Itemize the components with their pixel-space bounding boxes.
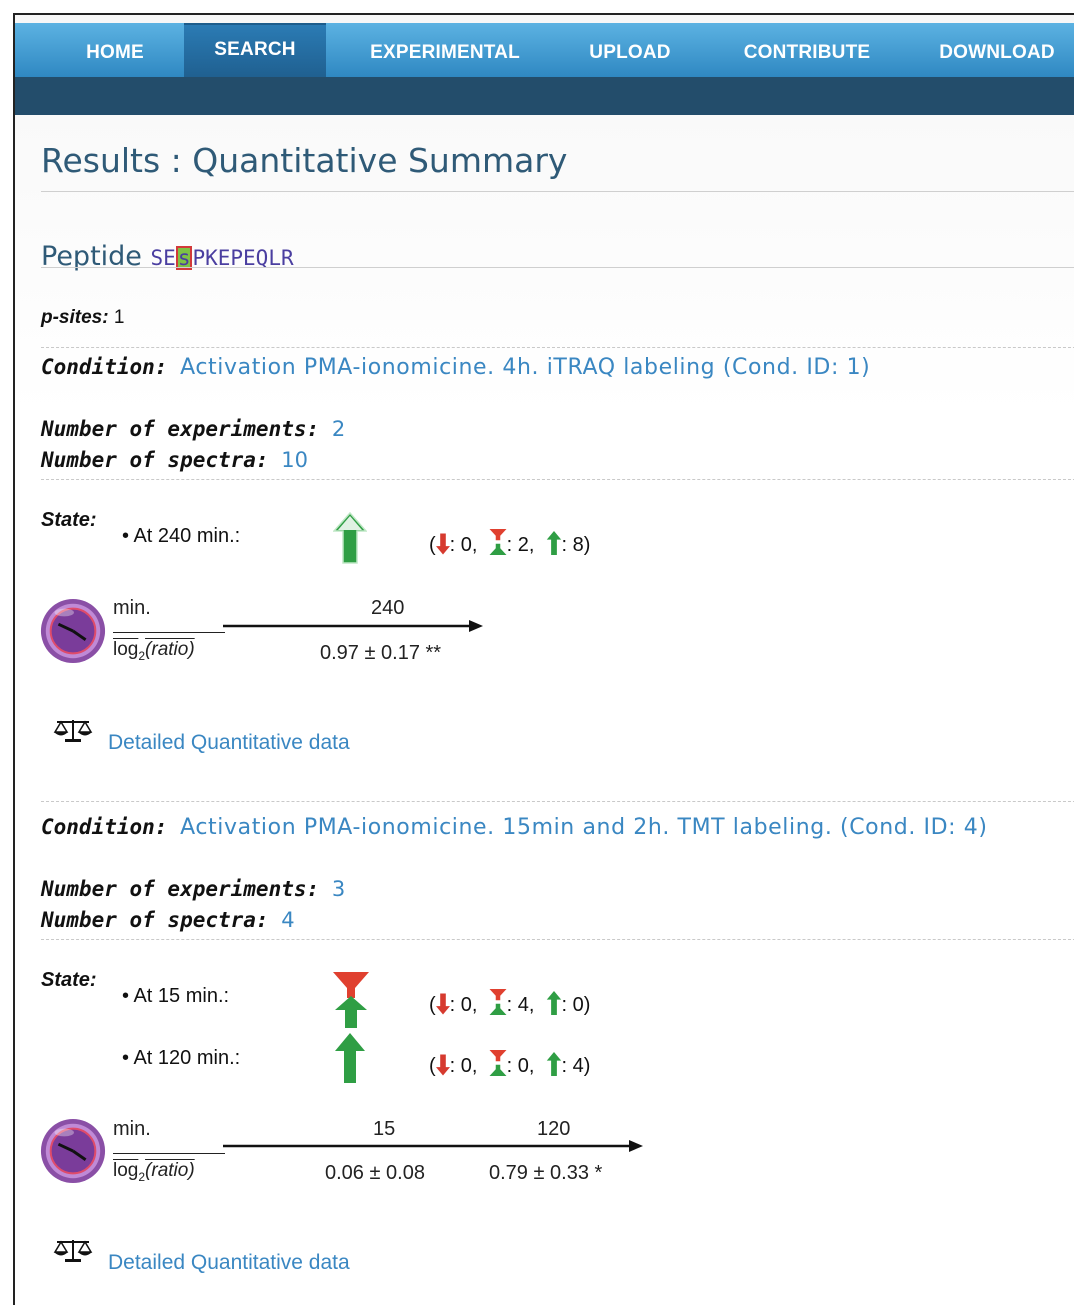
state-counts: (: 0, : 2, : 8) bbox=[429, 529, 590, 557]
page-frame: HOME SEARCH EXPERIMENTAL UPLOAD CONTRIBU… bbox=[13, 13, 1074, 1305]
state-label: State: bbox=[41, 509, 97, 531]
condition-label: Condition: bbox=[41, 815, 168, 839]
divider bbox=[41, 479, 1074, 480]
red-green-bowtie-icon bbox=[489, 1050, 507, 1076]
nav-search[interactable]: SEARCH bbox=[184, 23, 326, 79]
count-up: 0 bbox=[572, 994, 584, 1016]
nav-contribute[interactable]: CONTRIBUTE bbox=[729, 23, 885, 77]
count-down: 0 bbox=[460, 534, 472, 556]
state-time-label: At 240 min.: bbox=[133, 525, 241, 547]
count-unchanged: 2 bbox=[517, 534, 529, 556]
divider bbox=[41, 347, 1074, 348]
red-down-arrow-icon bbox=[436, 533, 450, 555]
count-up: 4 bbox=[572, 1055, 584, 1077]
divider bbox=[41, 801, 1074, 802]
nav-subbar bbox=[15, 77, 1074, 115]
spectra-value: 4 bbox=[281, 908, 295, 932]
timeline-arrow bbox=[223, 1139, 643, 1153]
purple-clock-icon bbox=[39, 1117, 107, 1185]
balance-scale-icon bbox=[53, 718, 93, 742]
ratio-value: 0.06 ± 0.08 bbox=[325, 1162, 425, 1184]
red-green-bowtie-icon bbox=[489, 529, 507, 555]
count-down: 0 bbox=[460, 1055, 472, 1077]
timepoint: 240 bbox=[371, 597, 405, 619]
state-counts: (: 0, : 0, : 4) bbox=[429, 1050, 590, 1078]
count-unchanged: 4 bbox=[517, 994, 529, 1016]
balance-scale-icon bbox=[53, 1238, 93, 1262]
nav-experimental[interactable]: EXPERIMENTAL bbox=[355, 23, 535, 77]
red-down-arrow-icon bbox=[436, 993, 450, 1015]
ratio-value: 0.79 ± 0.33 * bbox=[489, 1162, 603, 1184]
condition-label: Condition: bbox=[41, 355, 168, 379]
experiments-row: Number of experiments: 2 bbox=[41, 417, 345, 441]
experiments-value: 2 bbox=[331, 417, 346, 441]
count-up: 8 bbox=[572, 534, 584, 556]
green-up-arrow-icon bbox=[333, 512, 367, 564]
timepoint: 15 bbox=[373, 1118, 396, 1140]
spectra-label: Number of spectra: bbox=[41, 448, 269, 472]
condition-2: Condition: Activation PMA-ionomicine. 15… bbox=[41, 815, 988, 840]
red-down-arrow-icon bbox=[436, 1054, 450, 1076]
condition-text[interactable]: Activation PMA-ionomicine. 4h. iTRAQ lab… bbox=[180, 355, 870, 380]
main-nav: HOME SEARCH EXPERIMENTAL UPLOAD CONTRIBU… bbox=[15, 23, 1074, 79]
state-item: • At 15 min.: bbox=[122, 985, 230, 1007]
nav-download[interactable]: DOWNLOAD bbox=[927, 23, 1067, 77]
timeline-arrow bbox=[223, 619, 483, 633]
condition-1: Condition: Activation PMA-ionomicine. 4h… bbox=[41, 355, 870, 380]
count-unchanged: 0 bbox=[517, 1055, 529, 1077]
experiments-row: Number of experiments: 3 bbox=[41, 877, 345, 901]
nav-home[interactable]: HOME bbox=[55, 23, 175, 77]
purple-clock-icon bbox=[39, 597, 107, 665]
label-rule bbox=[113, 632, 225, 633]
count-down: 0 bbox=[460, 994, 472, 1016]
green-up-arrow-icon bbox=[546, 531, 562, 555]
green-up-arrow-icon bbox=[335, 1033, 365, 1083]
timepoint: 120 bbox=[537, 1118, 571, 1140]
green-up-arrow-icon bbox=[546, 991, 562, 1015]
psites-row: p-sites: 1 bbox=[41, 307, 124, 329]
spectra-value: 10 bbox=[281, 448, 308, 472]
state-label: State: bbox=[41, 969, 97, 991]
min-label: min. bbox=[113, 1118, 151, 1140]
green-up-arrow-icon bbox=[546, 1052, 562, 1076]
state-time-label: At 15 min.: bbox=[133, 985, 230, 1007]
title-divider bbox=[41, 191, 1074, 192]
page-title: Results : Quantitative Summary bbox=[41, 141, 568, 180]
ratio-label: log2(ratio) bbox=[113, 1160, 195, 1184]
psites-value: 1 bbox=[113, 307, 125, 328]
peptide-divider bbox=[41, 267, 1074, 268]
spectra-row: Number of spectra: 10 bbox=[41, 448, 308, 472]
state-item: • At 120 min.: bbox=[122, 1047, 241, 1069]
detailed-data-link[interactable]: Detailed Quantitative data bbox=[108, 1251, 350, 1275]
ratio-value: 0.97 ± 0.17 ** bbox=[320, 642, 442, 664]
experiments-label: Number of experiments: bbox=[41, 417, 320, 441]
nav-upload[interactable]: UPLOAD bbox=[575, 23, 685, 77]
state-time-label: At 120 min.: bbox=[133, 1047, 241, 1069]
condition-text[interactable]: Activation PMA-ionomicine. 15min and 2h.… bbox=[180, 815, 987, 840]
ratio-label: log2(ratio) bbox=[113, 639, 195, 663]
spectra-label: Number of spectra: bbox=[41, 908, 269, 932]
label-rule bbox=[113, 1153, 225, 1154]
divider bbox=[41, 939, 1074, 940]
experiments-value: 3 bbox=[331, 877, 346, 901]
min-label: min. bbox=[113, 597, 151, 619]
experiments-label: Number of experiments: bbox=[41, 877, 320, 901]
spectra-row: Number of spectra: 4 bbox=[41, 908, 295, 932]
psites-label: p-sites: bbox=[41, 307, 109, 328]
red-green-bowtie-icon bbox=[333, 972, 369, 1028]
red-green-bowtie-icon bbox=[489, 989, 507, 1015]
detailed-data-link[interactable]: Detailed Quantitative data bbox=[108, 731, 350, 755]
state-counts: (: 0, : 4, : 0) bbox=[429, 989, 590, 1017]
state-item: • At 240 min.: bbox=[122, 525, 241, 547]
